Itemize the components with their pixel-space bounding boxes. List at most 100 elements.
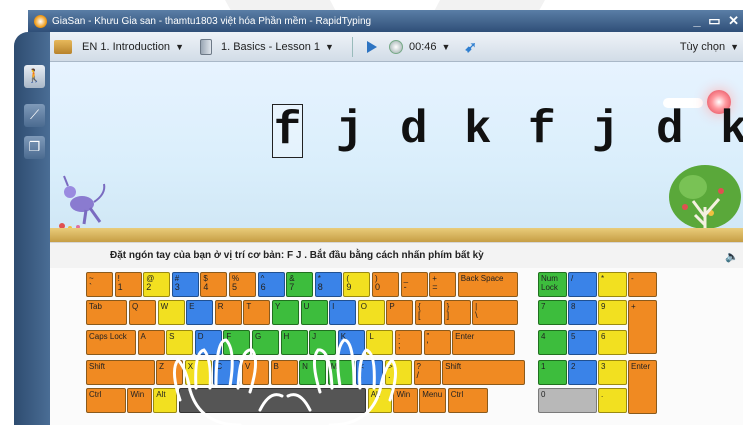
window-controls[interactable]: _ ▭ ✕ bbox=[693, 13, 741, 29]
numpad-key[interactable]: 4 bbox=[538, 330, 567, 355]
key[interactable]: U bbox=[300, 300, 328, 325]
sound-icon[interactable]: 🔈 bbox=[725, 250, 739, 263]
key[interactable]: M bbox=[327, 360, 355, 385]
key[interactable]: ? / bbox=[413, 360, 441, 385]
sidebar-item-statistics[interactable]: ⟋ bbox=[24, 104, 45, 127]
key[interactable]: * 8 bbox=[314, 272, 342, 297]
key[interactable]: }] bbox=[443, 300, 471, 325]
key[interactable]: E bbox=[186, 300, 214, 325]
numpad-key[interactable]: 5 bbox=[568, 330, 597, 355]
key-label: . bbox=[387, 370, 391, 380]
numpad-key[interactable]: Enter bbox=[628, 360, 657, 414]
key[interactable]: O bbox=[357, 300, 385, 325]
key-label: R bbox=[217, 302, 224, 311]
numpad-key[interactable]: 3 bbox=[598, 360, 627, 385]
key[interactable]: #3 bbox=[171, 272, 199, 297]
key[interactable]: A bbox=[137, 330, 165, 355]
spacebar[interactable] bbox=[178, 388, 367, 413]
key[interactable]: L bbox=[366, 330, 394, 355]
key-label: / bbox=[571, 274, 574, 283]
key[interactable]: Shift bbox=[86, 360, 155, 385]
key[interactable]: (9 bbox=[343, 272, 371, 297]
numpad-key[interactable]: . bbox=[598, 388, 627, 413]
key[interactable]: Ctrl bbox=[86, 388, 126, 413]
key[interactable]: R bbox=[214, 300, 242, 325]
numpad-key[interactable]: 8 bbox=[568, 300, 597, 325]
key[interactable]: V bbox=[241, 360, 270, 385]
key[interactable]: D bbox=[194, 330, 222, 355]
play-icon[interactable] bbox=[366, 40, 377, 53]
key[interactable]: Win bbox=[127, 388, 152, 413]
key[interactable]: Tab bbox=[86, 300, 128, 325]
options-menu[interactable]: Tùy chọn ▼ bbox=[680, 32, 739, 62]
key-label: P bbox=[389, 302, 395, 311]
key[interactable]: _ - bbox=[400, 272, 428, 297]
key[interactable]: W bbox=[157, 300, 185, 325]
numpad-key[interactable]: - bbox=[628, 272, 657, 297]
key[interactable]: $4 bbox=[200, 272, 228, 297]
key-label: 5 bbox=[232, 282, 238, 292]
sidebar-item-lessons[interactable]: ❐ bbox=[24, 136, 45, 159]
key[interactable]: Enter bbox=[452, 330, 516, 355]
key[interactable]: B bbox=[270, 360, 298, 385]
numpad-key[interactable]: 1 bbox=[538, 360, 567, 385]
key-label: Shift bbox=[89, 362, 106, 371]
numpad-key[interactable]: Num Lock bbox=[538, 272, 567, 297]
key[interactable]: + = bbox=[429, 272, 457, 297]
key[interactable]: Z bbox=[156, 360, 184, 385]
key[interactable]: F bbox=[223, 330, 251, 355]
key[interactable]: X bbox=[184, 360, 212, 385]
key[interactable]: Alt bbox=[153, 388, 178, 413]
key-shift-label: | bbox=[475, 302, 478, 311]
key[interactable]: ) 0 bbox=[372, 272, 400, 297]
key[interactable]: Shift bbox=[442, 360, 526, 385]
key[interactable]: T bbox=[243, 300, 271, 325]
numpad-key[interactable]: 2 bbox=[568, 360, 597, 385]
key[interactable]: P bbox=[386, 300, 414, 325]
key[interactable]: ! 1 bbox=[114, 272, 142, 297]
key[interactable]: <, bbox=[356, 360, 384, 385]
key[interactable]: Win bbox=[393, 388, 418, 413]
numpad-key[interactable]: + bbox=[628, 300, 657, 354]
key[interactable]: Menu bbox=[419, 388, 447, 413]
key[interactable]: C bbox=[213, 360, 241, 385]
sidebar-item-typing[interactable]: 🚶 bbox=[24, 65, 45, 88]
back-arrow-icon[interactable]: ➹ bbox=[464, 38, 477, 56]
key[interactable]: % 5 bbox=[229, 272, 257, 297]
key[interactable]: N bbox=[299, 360, 327, 385]
key[interactable]: | \ bbox=[472, 300, 518, 325]
key[interactable]: G bbox=[251, 330, 280, 355]
lesson-selector[interactable]: 1. Basics - Lesson 1 ▼ bbox=[199, 38, 334, 55]
key[interactable]: H bbox=[280, 330, 308, 355]
key[interactable]: Back Space bbox=[457, 272, 518, 297]
key[interactable]: J bbox=[309, 330, 337, 355]
numpad-key[interactable]: * bbox=[598, 272, 627, 297]
numpad-key[interactable]: / bbox=[568, 272, 597, 297]
key[interactable]: ^ 6 bbox=[257, 272, 285, 297]
key[interactable]: {[ bbox=[414, 300, 443, 325]
key[interactable]: >. bbox=[384, 360, 413, 385]
key[interactable]: ~ ` bbox=[86, 272, 114, 297]
exercise-letter: d bbox=[656, 104, 684, 156]
numpad-key[interactable]: 0 bbox=[538, 388, 597, 413]
key[interactable]: S bbox=[166, 330, 194, 355]
key[interactable]: & 7 bbox=[286, 272, 314, 297]
key[interactable]: Q bbox=[128, 300, 157, 325]
key-label: G bbox=[254, 332, 262, 341]
key[interactable]: Y bbox=[271, 300, 300, 325]
key[interactable]: Ctrl bbox=[447, 388, 488, 413]
key[interactable]: Caps Lock bbox=[86, 330, 137, 355]
key[interactable]: @2 bbox=[143, 272, 171, 297]
key[interactable]: Alt bbox=[367, 388, 392, 413]
numpad-key[interactable]: 9 bbox=[598, 300, 627, 325]
key[interactable]: :; bbox=[394, 330, 423, 355]
numpad-key[interactable]: 6 bbox=[598, 330, 627, 355]
course-selector[interactable]: EN 1. Introduction ▼ bbox=[50, 39, 184, 54]
timer-selector[interactable]: 00:46 ▼ bbox=[388, 39, 450, 54]
key-label: Ctrl bbox=[450, 390, 464, 399]
key[interactable]: K bbox=[337, 330, 365, 355]
numpad-key[interactable]: 7 bbox=[538, 300, 567, 325]
key[interactable]: I bbox=[329, 300, 357, 325]
key-label: J bbox=[312, 332, 317, 341]
key[interactable]: " ' bbox=[423, 330, 451, 355]
